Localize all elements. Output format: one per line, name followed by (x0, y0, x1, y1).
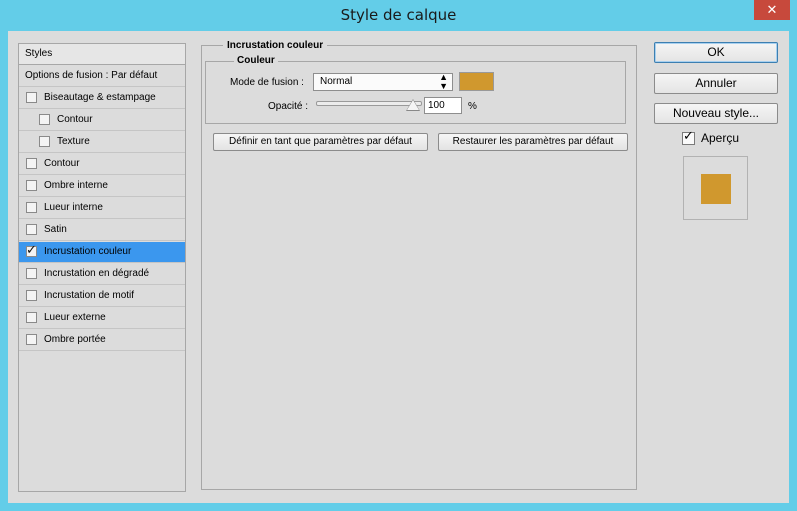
style-item-label: Biseautage & estampage (44, 92, 156, 103)
panel-title: Incrustation couleur (223, 40, 328, 51)
style-item-checkbox[interactable] (39, 114, 50, 125)
blending-options-label: Options de fusion : Par défaut (25, 70, 158, 81)
preview-label: Aperçu (701, 131, 740, 145)
color-group (205, 61, 626, 124)
close-button[interactable]: ✕ (754, 0, 790, 20)
style-item-label: Incrustation de motif (44, 290, 135, 301)
style-item[interactable]: ✓ Incrustation couleur (19, 242, 185, 263)
style-item-label: Contour (57, 114, 93, 125)
blend-mode-label: Mode de fusion : (230, 77, 304, 88)
color-swatch[interactable] (459, 72, 494, 91)
style-item-label: Texture (57, 136, 90, 147)
preview-frame (683, 156, 748, 220)
style-item[interactable]: Texture (19, 132, 185, 153)
style-item-checkbox[interactable] (26, 92, 37, 103)
close-icon: ✕ (766, 2, 778, 17)
style-item[interactable]: Incrustation de motif (19, 286, 185, 307)
style-item-checkbox[interactable] (39, 136, 50, 147)
style-item-checkbox[interactable] (26, 224, 37, 235)
styles-list: Styles Options de fusion : Par défaut Bi… (18, 43, 186, 492)
style-item-label: Satin (44, 224, 67, 235)
style-item-checkbox[interactable] (26, 290, 37, 301)
styles-header-label: Styles (25, 48, 53, 59)
style-item-checkbox[interactable]: ✓ (26, 242, 37, 257)
opacity-slider-handle[interactable] (407, 100, 419, 110)
style-item-label: Ombre portée (44, 334, 106, 345)
style-item[interactable]: Ombre portée (19, 330, 185, 351)
window-title: Style de calque (340, 6, 457, 24)
style-item[interactable]: Biseautage & estampage (19, 88, 185, 109)
style-item-checkbox[interactable] (26, 158, 37, 169)
style-item-checkbox[interactable] (26, 268, 37, 279)
preview-checkbox[interactable]: ✓ (682, 128, 695, 145)
style-item-checkbox[interactable] (26, 312, 37, 323)
style-item-label: Lueur interne (44, 202, 103, 213)
dialog-window: Style de calque ✕ Styles Options de fusi… (0, 0, 797, 511)
preview-square (701, 174, 731, 204)
checkmark-icon: ✓ (683, 128, 694, 143)
ok-button[interactable]: OK (654, 42, 778, 63)
style-item[interactable]: Contour (19, 110, 185, 131)
color-group-title: Couleur (234, 55, 278, 66)
style-item[interactable]: Contour (19, 154, 185, 175)
style-item[interactable]: Ombre interne (19, 176, 185, 197)
checkmark-icon: ✓ (26, 242, 37, 257)
blending-options-item[interactable]: Options de fusion : Par défaut (19, 66, 185, 87)
blend-mode-value: Normal (320, 76, 353, 87)
blend-mode-select[interactable]: Normal ▲ ▼ (313, 73, 453, 91)
style-item-label: Contour (44, 158, 80, 169)
style-item[interactable]: Lueur externe (19, 308, 185, 329)
opacity-label: Opacité : (268, 101, 309, 112)
set-default-button[interactable]: Définir en tant que paramètres par défau… (213, 133, 428, 151)
restore-default-button[interactable]: Restaurer les paramètres par défaut (438, 133, 628, 151)
style-item-label: Incrustation couleur (44, 246, 132, 257)
style-item[interactable]: Incrustation en dégradé (19, 264, 185, 285)
style-item-label: Ombre interne (44, 180, 108, 191)
updown-arrows-icon: ▲ ▼ (439, 72, 448, 91)
dialog-body: Styles Options de fusion : Par défaut Bi… (8, 31, 789, 503)
style-item[interactable]: Lueur interne (19, 198, 185, 219)
opacity-unit: % (468, 101, 477, 112)
title-bar[interactable]: Style de calque (0, 0, 797, 30)
style-item-checkbox[interactable] (26, 202, 37, 213)
style-item-checkbox[interactable] (26, 180, 37, 191)
style-item-label: Incrustation en dégradé (44, 268, 150, 279)
style-item-label: Lueur externe (44, 312, 106, 323)
cancel-button[interactable]: Annuler (654, 73, 778, 94)
opacity-input[interactable]: 100 (424, 97, 462, 114)
styles-header[interactable]: Styles (19, 44, 185, 65)
new-style-button[interactable]: Nouveau style... (654, 103, 778, 124)
style-item-checkbox[interactable] (26, 334, 37, 345)
style-item[interactable]: Satin (19, 220, 185, 241)
